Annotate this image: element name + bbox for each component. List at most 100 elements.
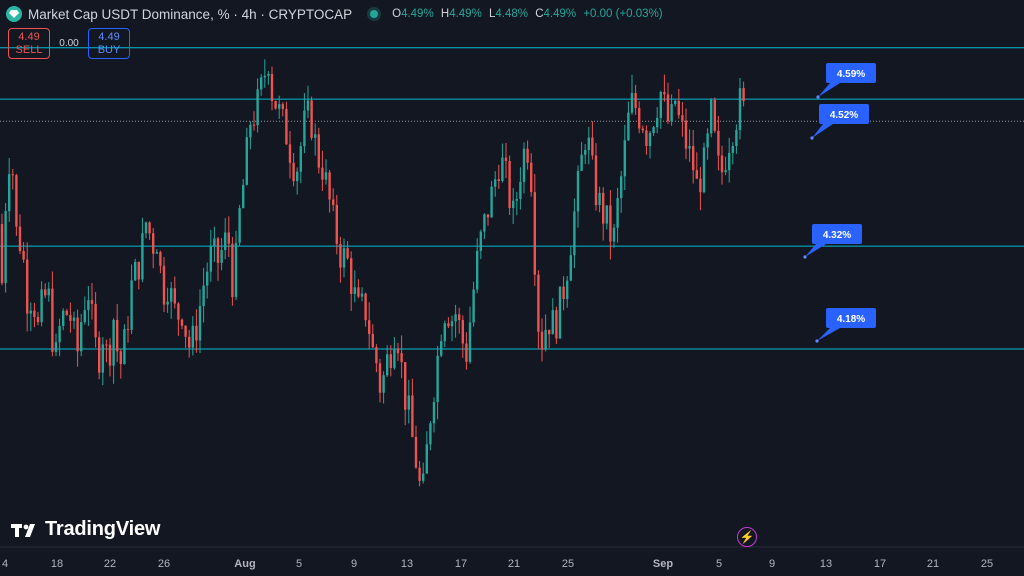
candle-body — [11, 174, 14, 176]
candle-body — [389, 354, 392, 368]
candle-body — [573, 211, 576, 256]
candle-body — [562, 286, 565, 300]
candle-body — [436, 355, 439, 402]
candle-body — [155, 252, 158, 254]
candle-body — [242, 184, 245, 209]
tradingview-logo-text: TradingView — [45, 518, 161, 540]
lightning-icon[interactable]: ⚡ — [737, 527, 757, 547]
candle-body — [65, 310, 68, 316]
candle-body — [555, 310, 558, 339]
candle-body — [108, 344, 112, 366]
candle-body — [314, 134, 317, 138]
candle-body — [245, 137, 248, 185]
level-label-text: 4.59% — [837, 69, 865, 80]
candle-body — [54, 342, 58, 352]
buy-button[interactable]: 4.49 BUY — [88, 28, 130, 59]
candle-body — [152, 233, 155, 254]
ohlc-readout: O4.49% H4.49% L4.48% C4.49% +0.00 (+0.03… — [392, 8, 667, 20]
candle-body — [216, 238, 220, 264]
candle-body — [623, 140, 626, 177]
candle-body — [209, 246, 212, 272]
candle-body — [173, 288, 176, 304]
candle-body — [638, 107, 641, 129]
candle-body — [404, 362, 407, 410]
sell-button[interactable]: 4.49 SELL — [8, 28, 50, 59]
x-tick-label: 21 — [508, 558, 520, 570]
candle-body — [87, 300, 90, 311]
candle-body — [483, 214, 486, 232]
x-tick-label: 9 — [351, 558, 357, 570]
candle-body — [616, 198, 619, 228]
level-label-anchor — [816, 95, 820, 99]
candle-body — [342, 248, 346, 268]
x-tick-label: 5 — [296, 558, 302, 570]
candle-body — [260, 77, 263, 90]
candle-body — [368, 320, 371, 335]
candle-body — [263, 75, 266, 78]
candle-body — [105, 344, 108, 346]
candle-body — [51, 288, 54, 352]
candle-body — [663, 92, 666, 95]
candle-body — [40, 289, 43, 323]
candle-body — [742, 88, 745, 101]
candle-body — [166, 301, 169, 305]
candle-body — [692, 146, 695, 171]
candle-body — [414, 436, 418, 468]
tradingview-logo[interactable]: TradingView — [11, 518, 160, 541]
candle-body — [119, 351, 122, 365]
candle-body — [29, 310, 32, 314]
candle-body — [548, 329, 551, 335]
candle-body — [184, 325, 187, 337]
candle-body — [731, 145, 734, 153]
candle-body — [396, 348, 400, 354]
candle-body — [274, 100, 277, 109]
candle-body — [36, 317, 40, 323]
candle-body — [713, 99, 716, 131]
candle-body — [130, 280, 133, 330]
candle-body — [569, 255, 572, 281]
candle-body — [476, 250, 479, 290]
x-tick-label: 17 — [874, 558, 886, 570]
x-tick-label: Aug — [234, 558, 255, 570]
candle-body — [33, 310, 36, 318]
candle-body — [720, 155, 724, 173]
candle-body — [375, 347, 378, 364]
x-tick-label: 21 — [927, 558, 939, 570]
candle-body — [724, 170, 727, 173]
candle-body — [627, 112, 630, 141]
candle-body — [22, 250, 25, 260]
candle-body — [159, 252, 162, 266]
ohlc-low-value: 4.48% — [495, 8, 529, 20]
level-label-text: 4.18% — [837, 314, 865, 325]
candle-body — [594, 155, 598, 206]
price-chart[interactable]: 4.59% 4.52% 4.32% 4.18% 4 18 22 26 Aug 5 9 13 17 21 2… — [0, 0, 1024, 576]
candle-body — [468, 322, 472, 362]
market-status-dot-icon — [370, 10, 379, 18]
candle-body — [62, 310, 65, 327]
candle-body — [141, 233, 144, 280]
candle-body — [285, 108, 288, 145]
candle-body — [425, 444, 428, 474]
candle-body — [252, 124, 256, 126]
candle-body — [15, 175, 18, 227]
candle-body — [677, 100, 680, 116]
candle-body — [267, 74, 270, 76]
candle-body — [195, 325, 198, 341]
candle-body — [360, 293, 364, 297]
candle-body — [80, 322, 83, 352]
symbol-title[interactable]: Market Cap USDT Dominance, % · 4h · CRYP… — [28, 7, 352, 22]
x-tick-label: 26 — [158, 558, 170, 570]
candle-body — [551, 310, 554, 335]
level-label-anchor — [803, 255, 807, 259]
candle-body — [335, 205, 338, 244]
candle-body — [584, 150, 587, 155]
candle-body — [332, 199, 335, 206]
x-tick-label: 5 — [716, 558, 722, 570]
candle-body — [681, 115, 684, 121]
candle-body — [620, 176, 623, 199]
candle-body — [652, 127, 655, 133]
candle-body — [72, 317, 76, 321]
candle-body — [231, 243, 234, 298]
candle-body — [429, 423, 432, 445]
candle-body — [472, 289, 475, 323]
